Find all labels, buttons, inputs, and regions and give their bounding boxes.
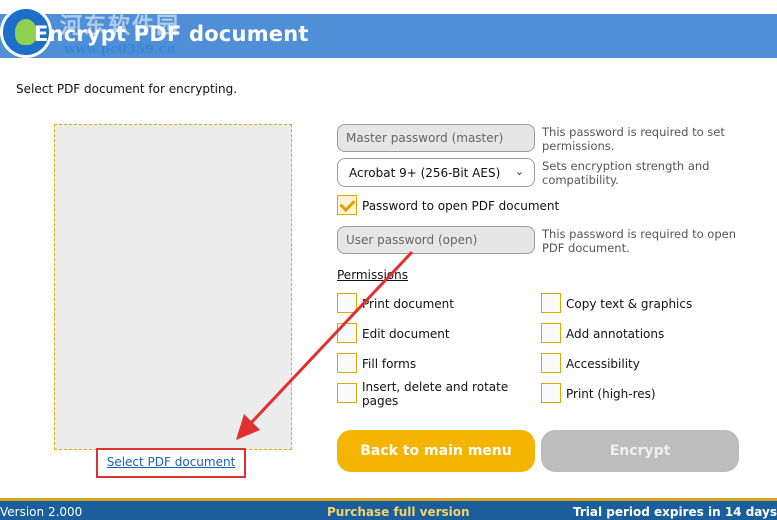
- purchase-link[interactable]: Purchase full version: [327, 505, 470, 519]
- status-bar: Version 2.000 Purchase full version Tria…: [0, 498, 777, 520]
- trial-status: Trial period expires in 14 days: [572, 505, 777, 519]
- annotation-arrow-icon: [236, 250, 414, 440]
- version-label: Version 2.000: [0, 505, 83, 519]
